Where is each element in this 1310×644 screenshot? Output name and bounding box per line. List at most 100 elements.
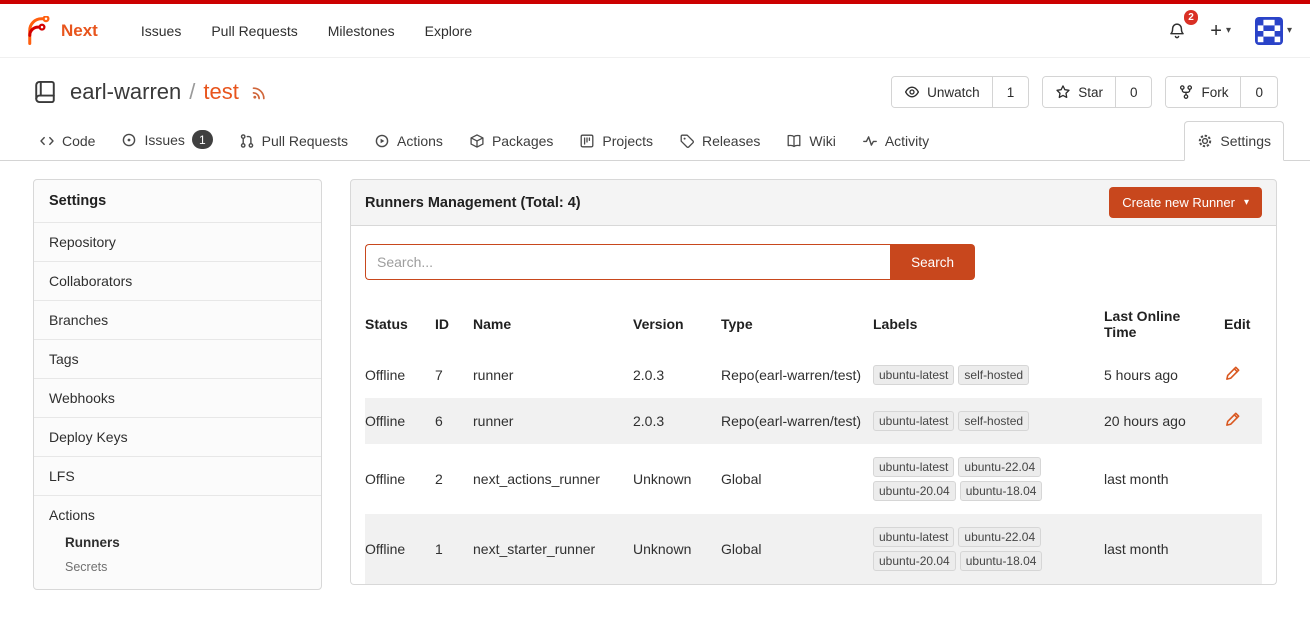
fork-icon bbox=[1178, 84, 1194, 100]
label-chip: ubuntu-18.04 bbox=[960, 551, 1043, 571]
navbar-item-milestones[interactable]: Milestones bbox=[315, 14, 408, 48]
unwatch-button[interactable]: Unwatch bbox=[892, 77, 992, 107]
tab-settings[interactable]: Settings bbox=[1184, 121, 1284, 161]
label-chip: ubuntu-latest bbox=[873, 365, 954, 385]
notifications-button[interactable]: 2 bbox=[1166, 18, 1188, 44]
repo-owner-link[interactable]: earl-warren bbox=[70, 79, 181, 105]
label-chip: self-hosted bbox=[958, 411, 1029, 431]
tab-pull-requests[interactable]: Pull Requests bbox=[226, 121, 361, 160]
sidebar-item-collaborators[interactable]: Collaborators bbox=[34, 261, 321, 300]
table-row: Offline 7 runner 2.0.3 Repo(earl-warren/… bbox=[365, 352, 1262, 398]
project-board-icon bbox=[579, 133, 595, 149]
navbar-item-explore[interactable]: Explore bbox=[412, 14, 485, 48]
pull-request-icon bbox=[239, 133, 255, 149]
tab-label: Releases bbox=[702, 133, 760, 149]
sidebar-header: Settings bbox=[34, 180, 321, 222]
tab-label: Code bbox=[62, 133, 95, 149]
tab-issues[interactable]: Issues 1 bbox=[108, 118, 225, 160]
column-header-id: ID bbox=[435, 296, 473, 352]
runner-id: 2 bbox=[435, 444, 473, 514]
book-icon bbox=[786, 133, 802, 149]
navbar-item-pull-requests[interactable]: Pull Requests bbox=[198, 14, 310, 48]
runner-status: Offline bbox=[365, 444, 435, 514]
create-new-menu-button[interactable]: + ▾ bbox=[1208, 17, 1233, 45]
tab-label: Projects bbox=[602, 133, 653, 149]
repo-tab-bar: Code Issues 1 Pull Requests Actions bbox=[0, 118, 1310, 161]
runner-id: 6 bbox=[435, 398, 473, 444]
play-circle-icon bbox=[374, 133, 390, 149]
runners-table: Status ID Name Version Type Labels Last … bbox=[365, 296, 1262, 584]
tab-label: Actions bbox=[397, 133, 443, 149]
tab-wiki[interactable]: Wiki bbox=[773, 121, 848, 160]
column-header-version: Version bbox=[633, 296, 721, 352]
runners-panel-header: Runners Management (Total: 4) Create new… bbox=[350, 179, 1277, 226]
sidebar-item-deploy-keys[interactable]: Deploy Keys bbox=[34, 417, 321, 456]
search-button[interactable]: Search bbox=[890, 244, 975, 280]
navbar-item-issues[interactable]: Issues bbox=[128, 14, 194, 48]
settings-content: Settings Repository Collaborators Branch… bbox=[0, 161, 1310, 626]
forks-count[interactable]: 0 bbox=[1240, 77, 1277, 107]
column-header-edit: Edit bbox=[1224, 296, 1262, 352]
repo-name-link[interactable]: test bbox=[203, 79, 238, 105]
sidebar-item-runners[interactable]: Runners bbox=[34, 530, 321, 555]
edit-runner-button[interactable] bbox=[1224, 411, 1241, 428]
label-chip: ubuntu-18.04 bbox=[960, 481, 1043, 501]
tab-label: Wiki bbox=[809, 133, 835, 149]
tab-actions[interactable]: Actions bbox=[361, 121, 456, 160]
forgejo-logo-icon bbox=[22, 16, 52, 46]
table-row: Offline 6 runner 2.0.3 Repo(earl-warren/… bbox=[365, 398, 1262, 444]
star-button-group: Star 0 bbox=[1042, 76, 1152, 108]
sidebar-section-actions: Actions Runners Secrets bbox=[34, 495, 321, 589]
star-button[interactable]: Star bbox=[1043, 77, 1115, 107]
tab-code[interactable]: Code bbox=[26, 121, 108, 160]
label-chip: ubuntu-latest bbox=[873, 411, 954, 431]
table-row: Offline 1 next_starter_runner Unknown Gl… bbox=[365, 514, 1262, 584]
runner-type: Global bbox=[721, 444, 873, 514]
runner-status: Offline bbox=[365, 514, 435, 584]
label-chip: ubuntu-20.04 bbox=[873, 481, 956, 501]
runner-name: runner bbox=[473, 352, 633, 398]
tab-label: Activity bbox=[885, 133, 929, 149]
sidebar-item-actions[interactable]: Actions bbox=[34, 507, 321, 530]
sidebar-item-secrets[interactable]: Secrets bbox=[34, 555, 321, 579]
runner-name: next_actions_runner bbox=[473, 444, 633, 514]
sidebar-item-lfs[interactable]: LFS bbox=[34, 456, 321, 495]
search-input[interactable] bbox=[365, 244, 890, 280]
rss-feed-icon[interactable] bbox=[251, 83, 269, 101]
tab-packages[interactable]: Packages bbox=[456, 121, 566, 160]
label-chip: ubuntu-22.04 bbox=[958, 457, 1041, 477]
top-navbar: Next Issues Pull Requests Milestones Exp… bbox=[0, 0, 1310, 58]
tab-activity[interactable]: Activity bbox=[849, 121, 942, 160]
avatar bbox=[1255, 17, 1283, 45]
page-title: Runners Management (Total: 4) bbox=[365, 195, 581, 211]
label-chip: ubuntu-latest bbox=[873, 457, 954, 477]
user-menu-button[interactable]: ▾ bbox=[1253, 13, 1294, 49]
runner-labels: ubuntu-latest self-hosted bbox=[873, 411, 1068, 431]
table-header-row: Status ID Name Version Type Labels Last … bbox=[365, 296, 1262, 352]
edit-runner-button[interactable] bbox=[1224, 365, 1241, 382]
settings-sidebar: Settings Repository Collaborators Branch… bbox=[33, 179, 322, 590]
runner-id: 1 bbox=[435, 514, 473, 584]
forgejo-home-link[interactable]: Next bbox=[16, 12, 104, 50]
navbar-right: 2 + ▾ ▾ bbox=[1166, 13, 1294, 49]
runner-version: Unknown bbox=[633, 514, 721, 584]
watchers-count[interactable]: 1 bbox=[992, 77, 1029, 107]
watch-button-group: Unwatch 1 bbox=[891, 76, 1029, 108]
repo-icon bbox=[32, 79, 58, 105]
tab-releases[interactable]: Releases bbox=[666, 121, 773, 160]
create-runner-button[interactable]: Create new Runner ▾ bbox=[1109, 187, 1262, 218]
sidebar-item-tags[interactable]: Tags bbox=[34, 339, 321, 378]
runner-labels: ubuntu-latest ubuntu-22.04 ubuntu-20.04 … bbox=[873, 457, 1068, 501]
tab-projects[interactable]: Projects bbox=[566, 121, 666, 160]
runner-search: Search bbox=[365, 244, 975, 280]
create-runner-label: Create new Runner bbox=[1122, 195, 1235, 210]
runner-last-online: last month bbox=[1104, 514, 1224, 584]
tag-icon bbox=[679, 133, 695, 149]
fork-button[interactable]: Fork bbox=[1166, 77, 1240, 107]
sidebar-item-repository[interactable]: Repository bbox=[34, 222, 321, 261]
sidebar-item-branches[interactable]: Branches bbox=[34, 300, 321, 339]
label-chip: ubuntu-20.04 bbox=[873, 551, 956, 571]
tab-label: Packages bbox=[492, 133, 553, 149]
sidebar-item-webhooks[interactable]: Webhooks bbox=[34, 378, 321, 417]
stars-count[interactable]: 0 bbox=[1115, 77, 1152, 107]
